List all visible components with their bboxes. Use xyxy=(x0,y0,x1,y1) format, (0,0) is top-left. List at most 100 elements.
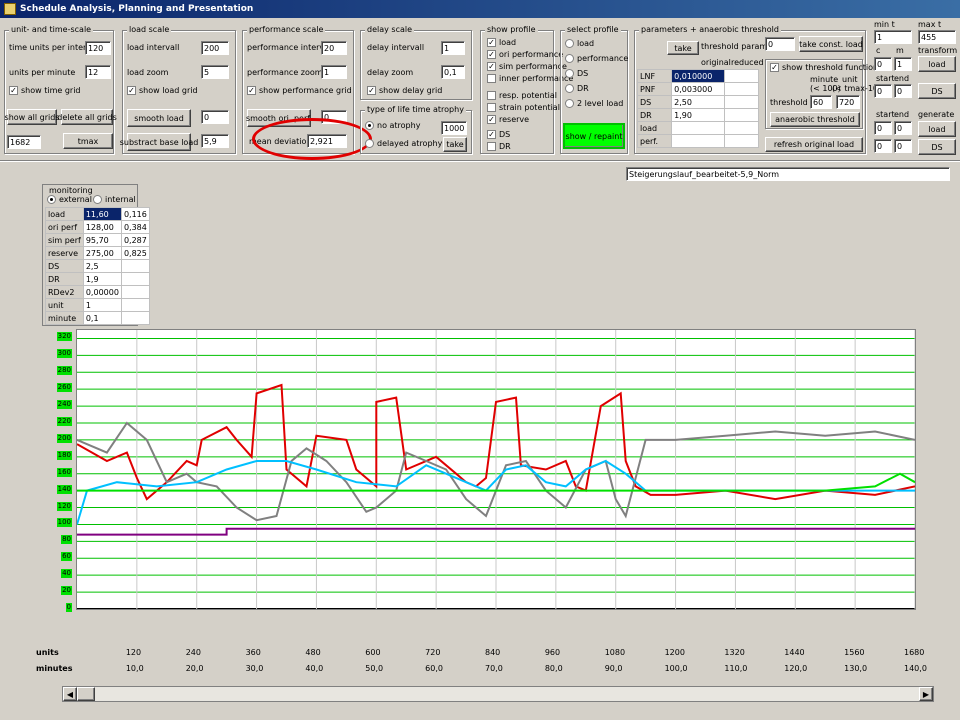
scroll-left-button[interactable]: ◀ xyxy=(63,687,77,701)
select-ds-radio[interactable]: DS xyxy=(565,69,588,78)
take-atrophy-button[interactable]: take xyxy=(443,137,467,152)
take-params-button[interactable]: take xyxy=(667,41,699,55)
param-value[interactable]: 0,010000 xyxy=(671,69,725,83)
generate-load-button[interactable]: load xyxy=(918,121,956,137)
show-repaint-button[interactable]: show / repaint xyxy=(563,123,625,149)
monitor-name: sim perf xyxy=(45,233,84,247)
filename-input[interactable]: Steigerungslauf_bearbeitet-5,9_Norm xyxy=(626,167,950,181)
max-t-input[interactable]: 455 xyxy=(918,30,956,44)
profile-dr-checkbox[interactable]: DR xyxy=(487,142,511,151)
highlight-ellipse xyxy=(252,118,372,160)
checkbox-label: show load grid xyxy=(139,86,198,95)
scroll-right-button[interactable]: ▶ xyxy=(919,687,933,701)
internal-radio[interactable]: internal xyxy=(93,195,136,204)
x-tick-units: 120 xyxy=(125,648,142,657)
param-value[interactable] xyxy=(671,121,725,135)
show-threshold-checkbox[interactable]: ✓ show threshold function xyxy=(770,63,878,72)
transform-load-button[interactable]: load xyxy=(918,56,956,72)
profile-ori-performance-checkbox[interactable]: ✓ ori performance xyxy=(487,50,563,59)
show-all-grids-button[interactable]: show all grids xyxy=(5,109,59,125)
profile-load-checkbox[interactable]: ✓ load xyxy=(487,38,516,47)
m-input[interactable]: 1 xyxy=(894,57,912,71)
table-row: minute 0,1 xyxy=(45,311,150,325)
min-t-input[interactable]: 1 xyxy=(874,30,912,44)
perf-interval-input[interactable]: 20 xyxy=(321,41,347,55)
smooth-load-input[interactable]: 0 xyxy=(201,110,229,124)
load-interval-input[interactable]: 200 xyxy=(201,41,229,55)
table-row: sim perf 95,70 0,287 xyxy=(45,233,150,247)
tmax-button[interactable]: tmax xyxy=(63,133,113,149)
profile-sim-performance-checkbox[interactable]: ✓ sim performance xyxy=(487,62,567,71)
profile-resp-potential-checkbox[interactable]: resp. potential xyxy=(487,91,557,100)
generate-start-input[interactable]: 0 xyxy=(874,121,892,135)
param-reduced[interactable] xyxy=(723,82,760,96)
checkbox-icon xyxy=(487,74,496,83)
x-tick-units: 1080 xyxy=(604,648,626,657)
take-const-load-button[interactable]: take const. load xyxy=(799,36,863,52)
base-load-input[interactable]: 5,9 xyxy=(201,134,229,148)
generate-start-input-2[interactable]: 0 xyxy=(874,139,892,153)
refresh-original-load-button[interactable]: refresh original load xyxy=(765,137,863,152)
param-reduced[interactable] xyxy=(723,95,760,109)
horizontal-scrollbar[interactable]: ◀ ▶ xyxy=(62,686,934,702)
param-reduced[interactable] xyxy=(723,69,760,83)
y-tick-label: 280 xyxy=(56,366,72,376)
smooth-load-button[interactable]: smooth load xyxy=(127,109,191,127)
show-performance-grid-checkbox[interactable]: ✓ show performance grid xyxy=(247,86,352,95)
radio-icon xyxy=(565,54,574,63)
end-input[interactable]: 0 xyxy=(894,84,912,98)
profile-ds-checkbox[interactable]: ✓ DS xyxy=(487,130,510,139)
delayed-atrophy-radio[interactable]: delayed atrophy xyxy=(365,139,442,148)
scroll-thumb[interactable] xyxy=(77,687,95,701)
show-load-grid-checkbox[interactable]: ✓ show load grid xyxy=(127,86,198,95)
checkbox-checked-icon: ✓ xyxy=(487,62,496,71)
end-label-2: end xyxy=(894,110,910,119)
load-zoom-input[interactable]: 5 xyxy=(201,65,229,79)
external-radio[interactable]: external xyxy=(47,195,92,204)
m-label: m xyxy=(896,46,904,55)
param-value[interactable]: 0,003000 xyxy=(671,82,725,96)
param-reduced[interactable] xyxy=(723,134,760,148)
select-2-level-load-radio[interactable]: 2 level load xyxy=(565,99,623,108)
param-value[interactable]: 2,50 xyxy=(671,95,725,109)
atrophy-value-input[interactable]: 1000 xyxy=(441,121,467,135)
threshold-minute-input[interactable]: 60 xyxy=(810,95,832,109)
radio-icon xyxy=(93,195,102,204)
substract-base-load-button[interactable]: substract base load xyxy=(120,133,198,151)
threshold-unit-input[interactable]: 720 xyxy=(836,95,860,109)
generate-ds-button[interactable]: DS xyxy=(918,139,956,155)
table-row: reserve 275,00 0,825 xyxy=(45,246,150,260)
param-reduced[interactable] xyxy=(723,121,760,135)
radio-icon xyxy=(565,39,574,48)
select-dr-radio[interactable]: DR xyxy=(565,84,589,93)
delay-zoom-input[interactable]: 0,1 xyxy=(441,65,465,79)
generate-label: generate xyxy=(918,110,955,119)
y-tick-label: 80 xyxy=(61,535,72,545)
param-reduced[interactable] xyxy=(723,108,760,122)
delete-all-grids-button[interactable]: delete all grids xyxy=(57,109,117,125)
parameters-table[interactable]: LNF 0,010000 PNF 0,003000 DS 2,50 DR 1,90 lo… xyxy=(636,69,760,148)
anaerobic-threshold-button[interactable]: anaerobic threshold xyxy=(770,112,860,127)
param-value[interactable]: 1,90 xyxy=(671,108,725,122)
generate-end-input[interactable]: 0 xyxy=(894,121,912,135)
time-units-input[interactable]: 120 xyxy=(85,41,111,55)
perf-zoom-input[interactable]: 1 xyxy=(321,65,347,79)
c-input[interactable]: 0 xyxy=(874,57,892,71)
generate-end-input-2[interactable]: 0 xyxy=(894,139,912,153)
no-atrophy-radio[interactable]: no atrophy xyxy=(365,121,420,130)
start-input[interactable]: 0 xyxy=(874,84,892,98)
show-time-grid-checkbox[interactable]: ✓ show time grid xyxy=(9,86,81,95)
plot-area[interactable] xyxy=(76,329,916,610)
param-value[interactable] xyxy=(671,134,725,148)
c-label: c xyxy=(876,46,881,55)
delay-interval-input[interactable]: 1 xyxy=(441,41,465,55)
units-per-minute-input[interactable]: 12 xyxy=(85,65,111,79)
profile-strain-potential-checkbox[interactable]: strain potential xyxy=(487,103,560,112)
profile-reserve-checkbox[interactable]: ✓ reserve xyxy=(487,115,529,124)
const-load-input[interactable]: 0 xyxy=(765,37,795,51)
select-performance-radio[interactable]: performance xyxy=(565,54,628,63)
transform-ds-button[interactable]: DS xyxy=(918,83,956,99)
select-load-radio[interactable]: load xyxy=(565,39,594,48)
total-units-input[interactable]: 1682 xyxy=(7,135,41,149)
show-delay-grid-checkbox[interactable]: ✓ show delay grid xyxy=(367,86,442,95)
